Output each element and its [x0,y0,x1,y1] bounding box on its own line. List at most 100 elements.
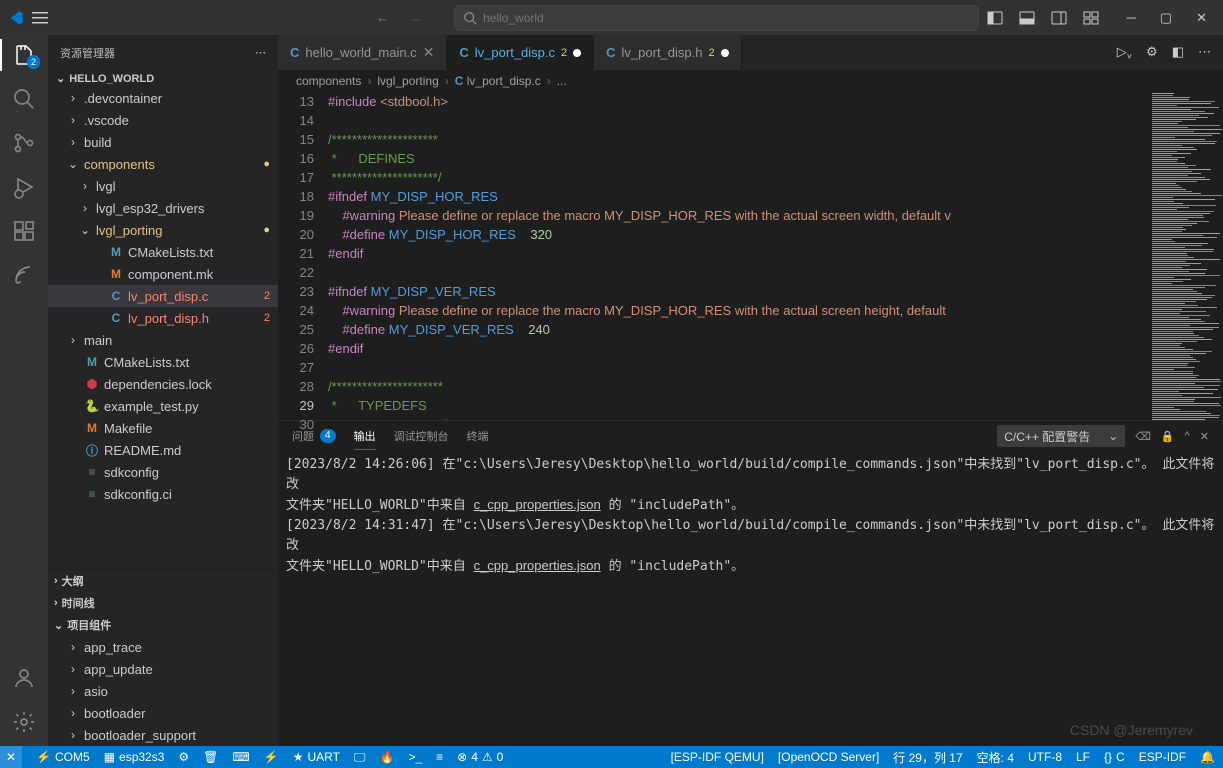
output-channel-select[interactable]: C/C++ 配置警告⌄ [997,425,1125,447]
nav-forward-icon[interactable]: → [409,10,422,25]
activity-espressif-icon[interactable] [12,263,36,287]
breadcrumb[interactable]: components›lvgl_porting›C lv_port_disp.c… [278,70,1223,92]
toggle-secondary-sidebar-icon[interactable] [1051,10,1067,26]
breadcrumb-item[interactable]: C lv_port_disp.c [455,74,541,88]
remote-indicator-icon[interactable]: ✕ [0,746,22,768]
code-editor[interactable]: #include <stdbool.h> /*******************… [328,92,1149,420]
status-spaces[interactable]: 空格: 4 [977,749,1014,766]
workspace-root[interactable]: ⌄ HELLO_WORLD [48,70,278,87]
editor-tab[interactable]: Clv_port_disp.c2 [447,35,594,70]
status-flash-icon[interactable]: ⚡ [264,750,279,764]
editor-tab[interactable]: Chello_world_main.c✕ [278,35,447,70]
code-line[interactable]: #define MY_DISP_VER_RES 240 [328,320,1149,339]
search-input[interactable] [483,11,970,25]
status-chip[interactable]: ▦ esp32s3 [104,750,165,764]
folder-item[interactable]: ›lvgl_esp32_drivers [48,197,278,219]
status-menu-icon[interactable]: ≡ [436,750,443,764]
close-tab-icon[interactable]: ✕ [423,44,435,61]
lock-scroll-icon[interactable]: 🔒 [1161,430,1175,443]
status-encoding[interactable]: UTF-8 [1028,749,1062,766]
code-line[interactable]: #warning Please define or replace the ma… [328,301,1149,320]
timeline-section[interactable]: ›时间线 [48,592,278,614]
component-item[interactable]: ›bootloader [48,702,278,724]
file-item[interactable]: MMakefile [48,417,278,439]
code-line[interactable]: *********************/ [328,168,1149,187]
file-item[interactable]: ≡sdkconfig [48,461,278,483]
status-fire-icon[interactable]: 🔥 [379,750,394,764]
file-item[interactable]: ⓘREADME.md [48,439,278,461]
status-monitor-icon[interactable]: 🖵 [354,750,366,765]
folder-item[interactable]: ›.devcontainer [48,87,278,109]
status-qemu[interactable]: [ESP-IDF QEMU] [671,749,764,766]
clear-output-icon[interactable]: ⌫ [1135,430,1151,443]
status-eol[interactable]: LF [1076,749,1090,766]
component-item[interactable]: ›bootloader_support [48,724,278,746]
code-line[interactable]: #endif [328,339,1149,358]
breadcrumb-item[interactable]: lvgl_porting [377,74,438,88]
activity-extensions-icon[interactable] [12,219,36,243]
status-uart[interactable]: ★ UART [293,750,340,764]
hamburger-menu-icon[interactable] [32,10,48,26]
activity-account-icon[interactable] [12,666,36,690]
code-line[interactable]: /********************** [328,377,1149,396]
activity-explorer-icon[interactable]: 2 [12,43,36,67]
code-line[interactable]: * DEFINES [328,149,1149,168]
output-content[interactable]: [2023/8/2 14:26:06] 在"c:\Users\Jeresy\De… [278,451,1223,746]
code-line[interactable]: #endif [328,244,1149,263]
status-framework[interactable]: ESP-IDF [1139,749,1186,766]
activity-search-icon[interactable] [12,87,36,111]
status-notifications-icon[interactable]: 🔔 [1200,749,1215,766]
more-tab-actions-icon[interactable]: ⋯ [1198,44,1211,62]
file-item[interactable]: MCMakeLists.txt [48,241,278,263]
status-errors-warnings[interactable]: ⊗ 4 ⚠ 0 [457,750,503,764]
panel-tab-debug-console[interactable]: 调试控制台 [394,428,449,444]
panel-tab-terminal[interactable]: 终端 [467,428,489,444]
maximize-panel-icon[interactable]: ^ [1185,430,1190,442]
activity-debug-icon[interactable] [12,175,36,199]
code-line[interactable]: #define MY_DISP_HOR_RES 320 [328,225,1149,244]
component-item[interactable]: ›asio [48,680,278,702]
folder-item[interactable]: ›build [48,131,278,153]
file-item[interactable]: Clv_port_disp.c2 [48,285,278,307]
command-center[interactable] [454,5,979,31]
file-item[interactable]: Mcomponent.mk [48,263,278,285]
status-openocd[interactable]: [OpenOCD Server] [778,749,879,766]
toggle-primary-sidebar-icon[interactable] [987,10,1003,26]
file-item[interactable]: 🐍example_test.py [48,395,278,417]
file-item[interactable]: ⬢dependencies.lock [48,373,278,395]
code-line[interactable]: #warning Please define or replace the ma… [328,206,1149,225]
status-port[interactable]: ⚡ COM5 [36,750,90,764]
file-item[interactable]: Clv_port_disp.h2 [48,307,278,329]
editor-tab[interactable]: Clv_port_disp.h2 [594,35,741,70]
component-item[interactable]: ›app_update [48,658,278,680]
nav-back-icon[interactable]: ← [376,10,389,25]
folder-item[interactable]: ⌄components● [48,153,278,175]
folder-item[interactable]: ›main [48,329,278,351]
status-language[interactable]: {} C [1104,749,1125,766]
close-icon[interactable]: ✕ [1196,10,1207,26]
folder-item[interactable]: ⌄lvgl_porting● [48,219,278,241]
code-line[interactable]: #ifndef MY_DISP_VER_RES [328,282,1149,301]
code-line[interactable]: /********************* [328,130,1149,149]
status-clean-icon[interactable]: 🗑 [203,750,218,764]
minimize-icon[interactable]: ─ [1127,10,1136,26]
more-actions-icon[interactable]: ⋯ [255,46,266,59]
toggle-panel-icon[interactable] [1019,10,1035,26]
outline-section[interactable]: ›大纲 [48,570,278,592]
code-line[interactable]: * TYPEDEFS [328,396,1149,415]
gear-icon[interactable]: ⚙ [1146,44,1158,62]
file-item[interactable]: MCMakeLists.txt [48,351,278,373]
code-line[interactable]: #ifndef MY_DISP_HOR_RES [328,187,1149,206]
code-line[interactable] [328,111,1149,130]
project-components-section[interactable]: ⌄项目组件 [48,614,278,636]
code-line[interactable]: #include <stdbool.h> [328,92,1149,111]
customize-layout-icon[interactable] [1083,10,1099,26]
component-item[interactable]: ›app_trace [48,636,278,658]
code-line[interactable] [328,358,1149,377]
status-build-icon[interactable]: ⌨ [232,750,249,764]
maximize-icon[interactable]: ▢ [1160,10,1172,26]
code-line[interactable]: **********************/ [328,415,1149,420]
close-panel-icon[interactable]: ✕ [1200,430,1209,443]
folder-item[interactable]: ›.vscode [48,109,278,131]
split-editor-icon[interactable]: ◧ [1172,44,1184,62]
